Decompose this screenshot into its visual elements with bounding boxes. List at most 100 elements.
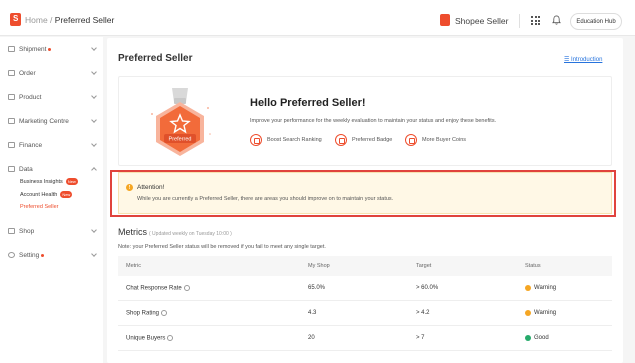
table-row: Chat Response Rate 65.0% > 60.0% Warning [118,276,612,301]
column-header-my-shop: My Shop [308,263,330,269]
new-badge: New [65,178,78,185]
sidebar-item-marketing-centre[interactable]: Marketing Centre [8,115,98,127]
preferred-seller-hero: Preferred Hello Preferred Seller! Improv… [118,76,612,166]
hero-description: Improve your performance for the weekly … [250,118,497,124]
column-header-metric: Metric [126,263,141,269]
order-icon [8,70,15,76]
notification-dot [41,253,45,257]
metrics-table: Metric My Shop Target Status Chat Respon… [118,256,612,351]
metric-name: Unique Buyers [126,335,166,342]
sidebar-subitem-business-insights[interactable]: Business Insights New [20,178,78,185]
sidebar-subitem-preferred-seller[interactable]: Preferred Seller [20,204,59,210]
chart-icon [8,166,15,172]
breadcrumb-current: Preferred Seller [54,15,115,25]
status-text: Warning [534,285,557,291]
page-title: Preferred Seller [118,53,193,64]
table-header: Metric My Shop Target Status [118,256,612,276]
box-icon [8,94,15,100]
shop-avatar-icon[interactable] [440,14,450,26]
truck-icon [8,46,15,52]
chevron-up-icon [91,167,97,173]
preferred-medal-icon: Preferred [151,88,211,156]
my-shop-cell: 20 [308,335,315,341]
metrics-title: Metrics [118,227,147,237]
sidebar-item-data[interactable]: Data [8,163,98,175]
target-cell: > 7 [416,335,425,341]
hero-title: Hello Preferred Seller! [250,97,366,109]
subitem-label: Account Health [20,191,58,198]
sidebar-item-label: Order [19,69,36,77]
sidebar: Shipment Order Product Marketing Centre … [0,37,103,363]
status-text: Good [534,335,549,341]
chevron-down-icon [91,227,97,233]
store-icon [8,228,15,234]
target-cell: > 60.0% [416,285,439,291]
sidebar-item-shipment[interactable]: Shipment [8,43,98,55]
info-icon[interactable] [183,284,190,291]
table-row: Shop Rating 4.3 > 4.2 Warning [118,301,612,326]
status-cell: Warning [525,285,612,291]
shopee-logo-icon[interactable]: S [10,13,21,26]
introduction-link[interactable]: ☰ Introduction [564,56,602,63]
status-cell: Good [525,335,612,341]
sidebar-item-product[interactable]: Product [8,91,98,103]
sidebar-item-label: Shop [19,227,35,235]
sidebar-item-label: Marketing Centre [19,117,69,125]
column-header-status: Status [525,263,541,269]
chevron-down-icon [91,141,97,147]
metric-cell: Shop Rating [118,309,308,317]
breadcrumb-home[interactable]: Home [25,15,48,25]
info-icon[interactable] [161,309,168,316]
metrics-note: Note: your Preferred Seller status will … [118,244,326,250]
benefit-boost-search-ranking: Boost Search Ranking [250,134,322,146]
attention-highlight-frame [110,170,616,217]
metric-cell: Chat Response Rate [118,284,308,291]
breadcrumb-separator: / [47,15,55,25]
benefit-preferred-badge: Preferred Badge [335,134,392,146]
introduction-link-label: Introduction [571,57,603,63]
benefit-label: Boost Search Ranking [267,137,322,143]
search-ranking-icon [250,134,262,146]
benefit-more-buyer-coins: More Buyer Coins [405,134,466,146]
sidebar-item-shop[interactable]: Shop [8,225,98,237]
sidebar-item-label: Product [19,93,42,101]
sidebar-subitem-account-health[interactable]: Account Health New [20,191,73,198]
status-cell: Warning [525,310,612,316]
logo-glyph: S [13,14,19,23]
chevron-down-icon [91,45,97,51]
status-text: Warning [534,310,557,316]
education-hub-button[interactable]: Education Hub [570,13,622,30]
info-icon[interactable] [167,334,174,341]
sidebar-item-order[interactable]: Order [8,67,98,79]
good-status-icon [525,335,531,341]
metrics-updated-note: ( Updated weekly on Tuesday 10:00 ) [149,231,232,237]
apps-grid-icon[interactable] [531,16,540,25]
coins-icon [405,134,417,146]
sidebar-item-label: Finance [19,141,43,149]
bell-icon[interactable] [552,15,561,25]
metric-cell: Unique Buyers [118,334,308,342]
subitem-label: Preferred Seller [20,204,59,210]
target-cell: > 4.2 [416,310,430,316]
top-header: S Home / Preferred Seller Shopee Seller … [0,0,635,36]
notification-dot [48,47,52,51]
gear-icon [8,252,15,258]
metrics-heading: Metrics( Updated weekly on Tuesday 10:00… [118,227,232,237]
chevron-down-icon [91,251,97,257]
breadcrumb: Home / Preferred Seller [25,15,114,25]
sidebar-item-label: Setting [19,251,40,259]
benefit-label: Preferred Badge [352,137,393,143]
shop-name[interactable]: Shopee Seller [455,16,508,26]
chevron-down-icon [91,117,97,123]
sidebar-item-finance[interactable]: Finance [8,139,98,151]
header-divider [519,14,520,28]
warning-status-icon [525,285,531,291]
warning-status-icon [525,310,531,316]
badge-icon [335,134,347,146]
sidebar-item-setting[interactable]: Setting [8,249,98,261]
table-row: Unique Buyers 20 > 7 Good [118,326,612,351]
medal-label: Preferred [169,137,192,143]
metric-name: Shop Rating [126,310,160,317]
sidebar-item-label: Shipment [19,45,47,53]
my-shop-cell: 4.3 [308,310,317,316]
